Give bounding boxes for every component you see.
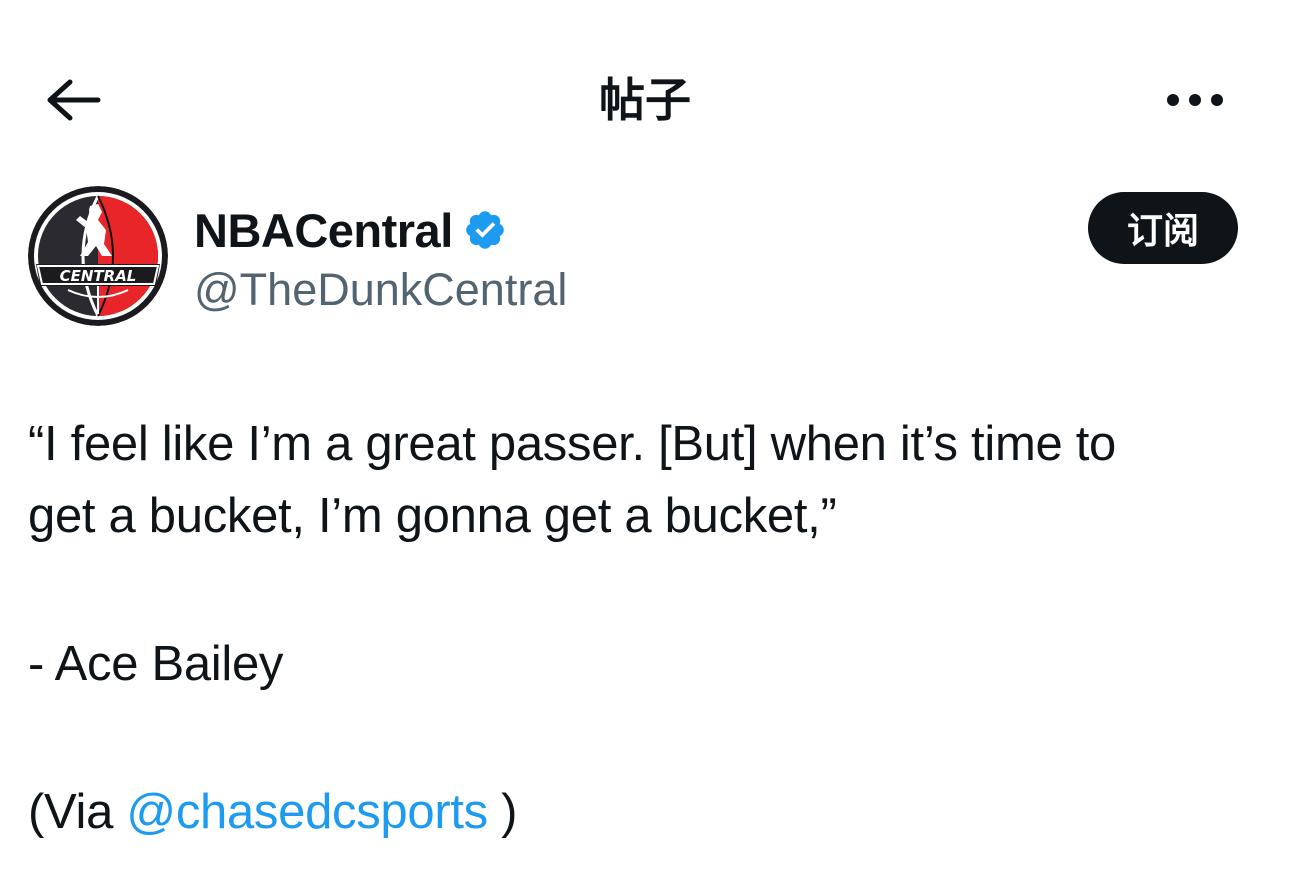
tweet-attribution: - Ace Bailey: [28, 637, 284, 691]
subscribe-button[interactable]: 订阅: [1088, 192, 1238, 264]
tweet-via-line: (Via @chasedcsports ): [28, 776, 1268, 848]
name-row: NBACentral: [194, 200, 507, 260]
avatar[interactable]: CENTRAL: [28, 186, 168, 326]
author-handle[interactable]: @TheDunkCentral: [194, 262, 567, 318]
tweet-quote-line-1: “I feel like I’m a great passer. [But] w…: [28, 417, 1116, 471]
more-horizontal-icon: [1167, 94, 1223, 106]
verified-badge-icon: [465, 211, 504, 249]
via-suffix: ): [487, 785, 518, 839]
more-options-button[interactable]: [1160, 72, 1230, 128]
page-title: 帖子: [599, 73, 691, 127]
via-prefix: (Via: [28, 785, 127, 839]
tweet-quote-line-2: get a bucket, I’m gonna get a bucket,”: [28, 489, 837, 543]
author-display-name[interactable]: NBACentral: [194, 203, 453, 258]
author-header: CENTRAL NBACentral @TheDunkCentral 订阅: [28, 186, 1262, 336]
tweet-text: “I feel like I’m a great passer. [But] w…: [28, 408, 1268, 848]
avatar-logo-text: CENTRAL: [60, 267, 137, 285]
top-navigation-bar: 帖子: [0, 0, 1290, 200]
nba-central-logo: CENTRAL: [28, 186, 168, 326]
mention-link[interactable]: @chasedcsports: [126, 785, 488, 839]
